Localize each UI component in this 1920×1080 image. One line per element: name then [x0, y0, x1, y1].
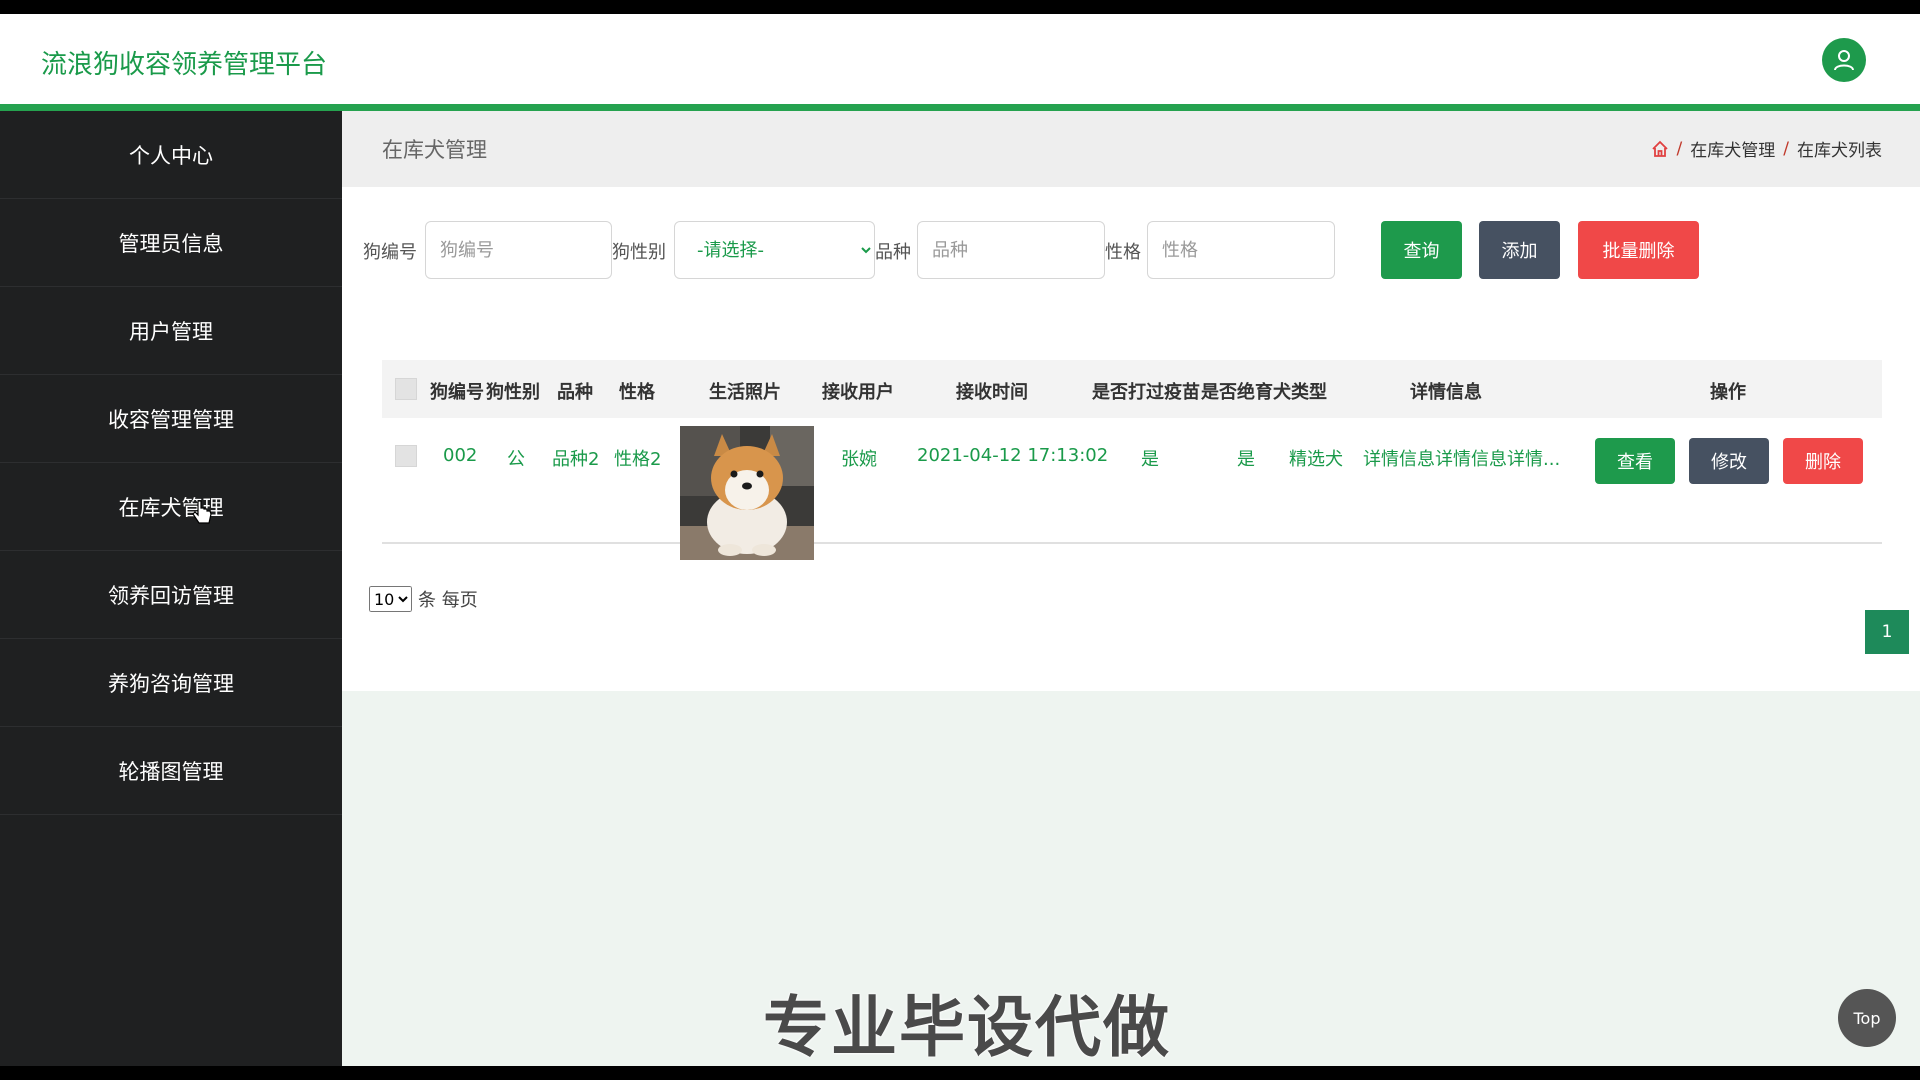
- breadcrumb-separator: /: [1676, 138, 1683, 159]
- sidebar: 个人中心 管理员信息 用户管理 收容管理管理 在库犬管理 领养回访管理 养狗咨询…: [0, 111, 342, 1066]
- table-row: 002 公 品种2 性格2 张婉 2021-04-12 17:13:02 是 是…: [382, 418, 1882, 560]
- cell-neutered: 是: [1237, 449, 1255, 470]
- cell-temper: 性格2: [614, 449, 662, 470]
- breadcrumb-item-dog-management[interactable]: 在库犬管理: [1690, 136, 1775, 161]
- page-header-bar: 在库犬管理 / 在库犬管理 / 在库犬列表: [342, 111, 1920, 187]
- column-header-actions: 操作: [1710, 382, 1746, 403]
- sidebar-item-dog-consultation[interactable]: 养狗咨询管理: [0, 639, 342, 727]
- edit-button[interactable]: 修改: [1689, 438, 1769, 484]
- table-header: 狗编号 狗性别 品种 性格 生活照片 接收用户 接收时间 是否打过疫苗 是否绝育…: [382, 360, 1882, 418]
- app-window: 流浪狗收容领养管理平台 个人中心 管理员信息 用户管理 收容管理管理 在库犬管理…: [0, 14, 1920, 1066]
- breadcrumb: / 在库犬管理 / 在库犬列表: [1651, 136, 1882, 161]
- home-icon[interactable]: [1651, 140, 1669, 158]
- column-header-dog-id: 狗编号: [430, 382, 484, 403]
- cell-dog-id: 002: [443, 445, 478, 466]
- sidebar-item-shelter-management[interactable]: 收容管理管理: [0, 375, 342, 463]
- column-header-receiver: 接收用户: [822, 382, 894, 403]
- app-title: 流浪狗收容领养管理平台: [41, 50, 328, 80]
- cell-vaccinated: 是: [1141, 449, 1159, 470]
- sidebar-item-in-stock-dogs[interactable]: 在库犬管理: [0, 463, 342, 551]
- sidebar-item-user-management[interactable]: 用户管理: [0, 287, 342, 375]
- gender-select[interactable]: -请选择-: [674, 221, 875, 279]
- column-header-photo: 生活照片: [709, 382, 781, 403]
- column-header-temper: 性格: [619, 382, 655, 403]
- content-panel: 狗编号 狗性别 -请选择- 品种 性格 查询 添加 批量删除 狗编号 狗性别 品…: [342, 187, 1920, 691]
- temper-label: 性格: [1105, 242, 1141, 263]
- watermark-text: 专业毕设代做: [763, 989, 1171, 1066]
- breed-input[interactable]: [917, 221, 1105, 279]
- cell-receiver: 张婉: [841, 449, 877, 470]
- column-header-breed: 品种: [557, 382, 593, 403]
- sidebar-item-personal-center[interactable]: 个人中心: [0, 111, 342, 199]
- dog-photo[interactable]: [680, 426, 814, 560]
- column-header-dog-type: 犬类型: [1273, 382, 1327, 403]
- main-area: 在库犬管理 / 在库犬管理 / 在库犬列表 狗编号 狗性别 -请选择- 品种: [342, 111, 1920, 1066]
- sidebar-item-adoption-followup[interactable]: 领养回访管理: [0, 551, 342, 639]
- user-icon: [1834, 50, 1854, 71]
- page-number-button[interactable]: 1: [1865, 610, 1909, 654]
- cell-details: 详情信息详情信息详情...: [1363, 449, 1561, 470]
- mouse-cursor-icon: [192, 500, 212, 524]
- dog-id-label: 狗编号: [363, 242, 417, 263]
- breed-label: 品种: [875, 242, 911, 263]
- cell-breed: 品种2: [552, 449, 600, 470]
- sidebar-item-admin-info[interactable]: 管理员信息: [0, 199, 342, 287]
- column-header-neutered: 是否绝育: [1201, 382, 1273, 403]
- column-header-gender: 狗性别: [486, 382, 540, 403]
- row-checkbox[interactable]: [395, 445, 417, 467]
- page-title: 在库犬管理: [382, 138, 487, 162]
- column-header-receive-time: 接收时间: [956, 382, 1028, 403]
- select-all-checkbox[interactable]: [395, 378, 417, 400]
- temper-input[interactable]: [1147, 221, 1335, 279]
- page-size-control: 10 条 每页: [369, 586, 478, 612]
- breadcrumb-separator: /: [1783, 138, 1789, 159]
- gender-label: 狗性别: [612, 242, 666, 263]
- per-page-text: 条 每页: [418, 590, 478, 611]
- column-header-vaccinated: 是否打过疫苗: [1092, 382, 1200, 403]
- cell-dog-type: 精选犬: [1289, 449, 1343, 470]
- cell-gender: 公: [507, 449, 525, 470]
- search-button[interactable]: 查询: [1381, 221, 1462, 279]
- delete-button[interactable]: 删除: [1783, 438, 1863, 484]
- batch-delete-button[interactable]: 批量删除: [1578, 221, 1699, 279]
- user-avatar[interactable]: [1822, 38, 1866, 82]
- header-accent-line: [0, 104, 1920, 111]
- page-size-select[interactable]: 10: [369, 586, 412, 612]
- cell-receive-time: 2021-04-12 17:13:02: [917, 445, 1109, 466]
- view-button[interactable]: 查看: [1595, 438, 1675, 484]
- breadcrumb-item-dog-list: 在库犬列表: [1797, 141, 1882, 161]
- add-button[interactable]: 添加: [1479, 221, 1560, 279]
- column-header-details: 详情信息: [1410, 382, 1482, 403]
- dog-id-input[interactable]: [425, 221, 612, 279]
- sidebar-item-carousel[interactable]: 轮播图管理: [0, 727, 342, 815]
- top-header: 流浪狗收容领养管理平台: [0, 14, 1920, 111]
- back-to-top-button[interactable]: Top: [1838, 989, 1896, 1047]
